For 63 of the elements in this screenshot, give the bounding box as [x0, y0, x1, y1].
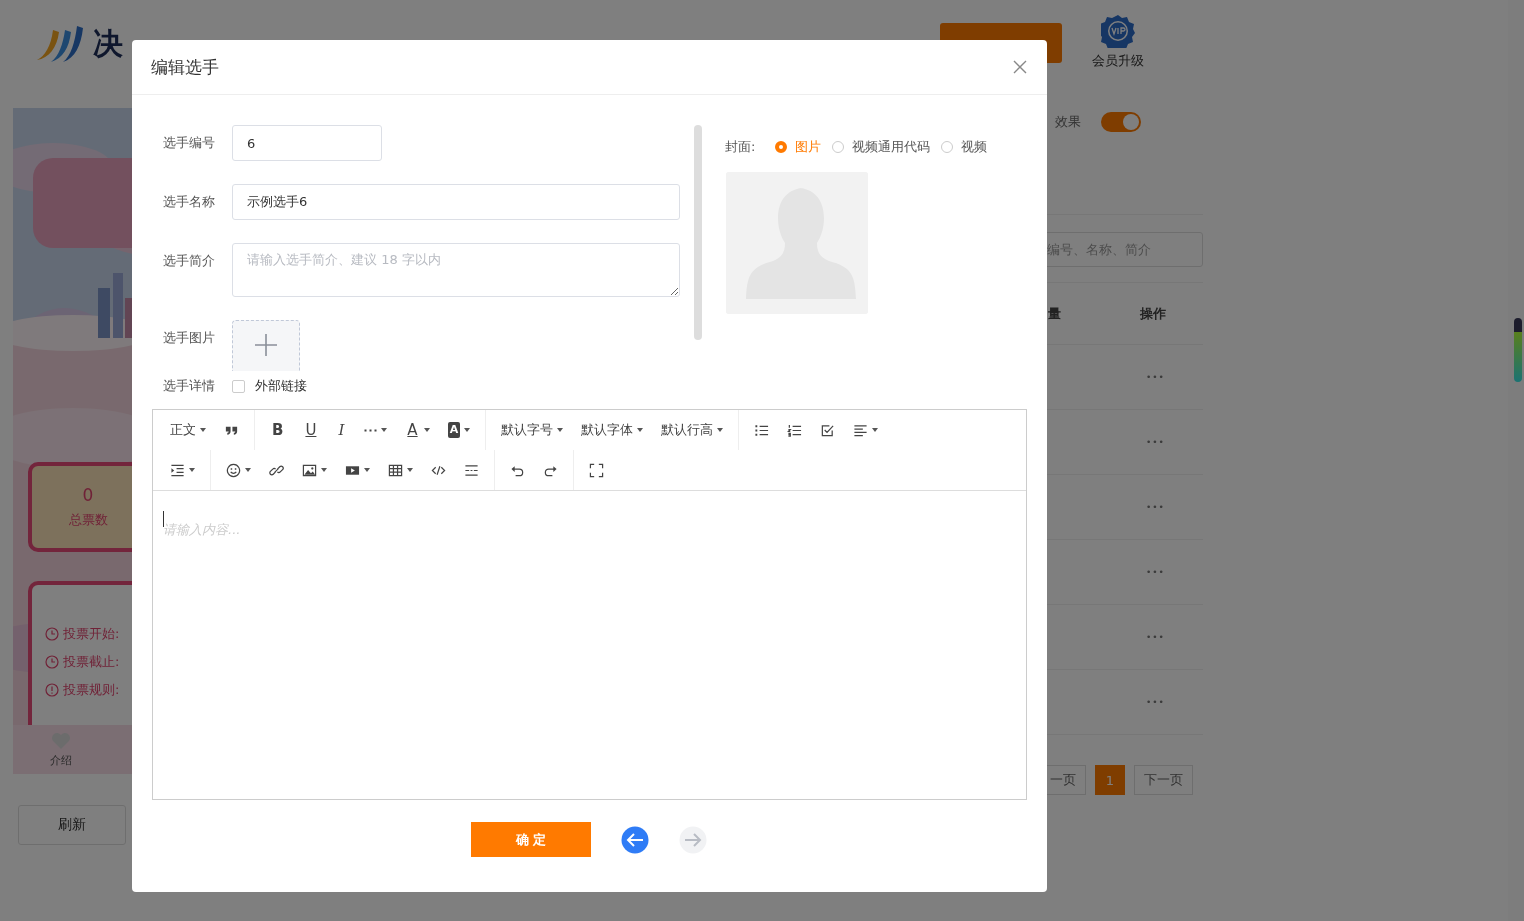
external-link-checkbox[interactable]: 外部链接 — [232, 377, 307, 395]
field-label: 选手详情 — [163, 377, 216, 395]
column-header: 量 — [1047, 304, 1062, 323]
scrollbar-thumb[interactable] — [694, 125, 702, 340]
toolbar-button[interactable]: A — [438, 415, 480, 445]
numbered-list-icon — [787, 422, 803, 438]
clock-icon — [45, 654, 59, 669]
row-menu-button[interactable]: ••• — [1146, 437, 1165, 447]
image-icon — [302, 462, 317, 478]
info-label: 投票开始: — [63, 624, 120, 643]
total-votes-label: 总票数 — [68, 510, 108, 529]
refresh-button[interactable]: 刷新 — [18, 805, 126, 845]
fullscreen-icon — [589, 462, 604, 478]
bulleted-list-icon — [754, 422, 770, 438]
divider-icon — [464, 462, 479, 478]
toolbar-button[interactable]: 默认行高 — [652, 415, 733, 445]
column-header: 操作 — [1140, 304, 1166, 323]
effect-label: 效果 — [1055, 113, 1081, 131]
row-menu-button[interactable]: ••• — [1146, 502, 1165, 512]
field-label: 选手编号 — [163, 134, 216, 152]
vip-label[interactable]: 会员升级 — [1092, 52, 1144, 70]
cover-label: 封面: — [725, 138, 756, 156]
smiley-icon — [226, 462, 241, 478]
clock-icon — [45, 626, 59, 641]
row-menu-button[interactable]: ••• — [1146, 697, 1165, 707]
logo-text: 决 — [93, 25, 123, 63]
intro-tab[interactable]: 介绍 — [13, 725, 108, 774]
toolbar-button[interactable]: 默认字体 — [572, 415, 653, 445]
link-icon — [269, 462, 284, 478]
indent-icon — [170, 462, 185, 478]
alert-icon — [45, 682, 59, 697]
close-icon[interactable] — [1012, 59, 1028, 75]
text-area[interactable]: 请输入选手简介、建议 18 字以内 — [232, 243, 680, 297]
field-label: 选手图片 — [163, 329, 216, 347]
toolbar-button[interactable]: B — [261, 415, 295, 445]
radio-option[interactable]: 视频 — [941, 138, 988, 156]
toolbar-button[interactable]: I — [327, 415, 356, 445]
vip-badge-icon[interactable] — [1101, 14, 1135, 48]
table-icon — [388, 462, 403, 478]
scroll-indicator[interactable] — [1514, 318, 1522, 382]
align-left-icon — [853, 422, 869, 438]
row-menu-button[interactable]: ••• — [1146, 632, 1165, 642]
info-label: 投票规则: — [63, 680, 120, 699]
row-menu-button[interactable]: ••• — [1146, 372, 1165, 382]
dialog-title: 编辑选手 — [151, 55, 219, 79]
radio-option[interactable]: 视频通用代码 — [832, 138, 931, 156]
text-field[interactable]: 6 — [232, 125, 382, 161]
toolbar-button[interactable]: U — [294, 415, 328, 445]
checkbox-icon — [820, 422, 836, 438]
confirm-button[interactable]: 确 定 — [471, 822, 591, 857]
field-label: 选手简介 — [163, 252, 216, 270]
toolbar-button[interactable]: 默认字号 — [492, 415, 573, 445]
total-votes-count: 0 — [82, 484, 94, 505]
effect-toggle[interactable] — [1101, 112, 1141, 132]
ellipsis-icon — [364, 428, 378, 432]
plus-icon — [254, 333, 278, 357]
row-menu-button[interactable]: ••• — [1146, 567, 1165, 577]
field-label: 选手名称 — [163, 193, 216, 211]
info-label: 投票截止: — [63, 652, 120, 671]
text-field[interactable]: 示例选手6 — [232, 184, 680, 220]
radio-option[interactable]: 图片 — [775, 138, 822, 156]
toolbar-button[interactable]: 正文 — [161, 415, 215, 445]
toolbar-button[interactable]: A — [396, 415, 439, 445]
